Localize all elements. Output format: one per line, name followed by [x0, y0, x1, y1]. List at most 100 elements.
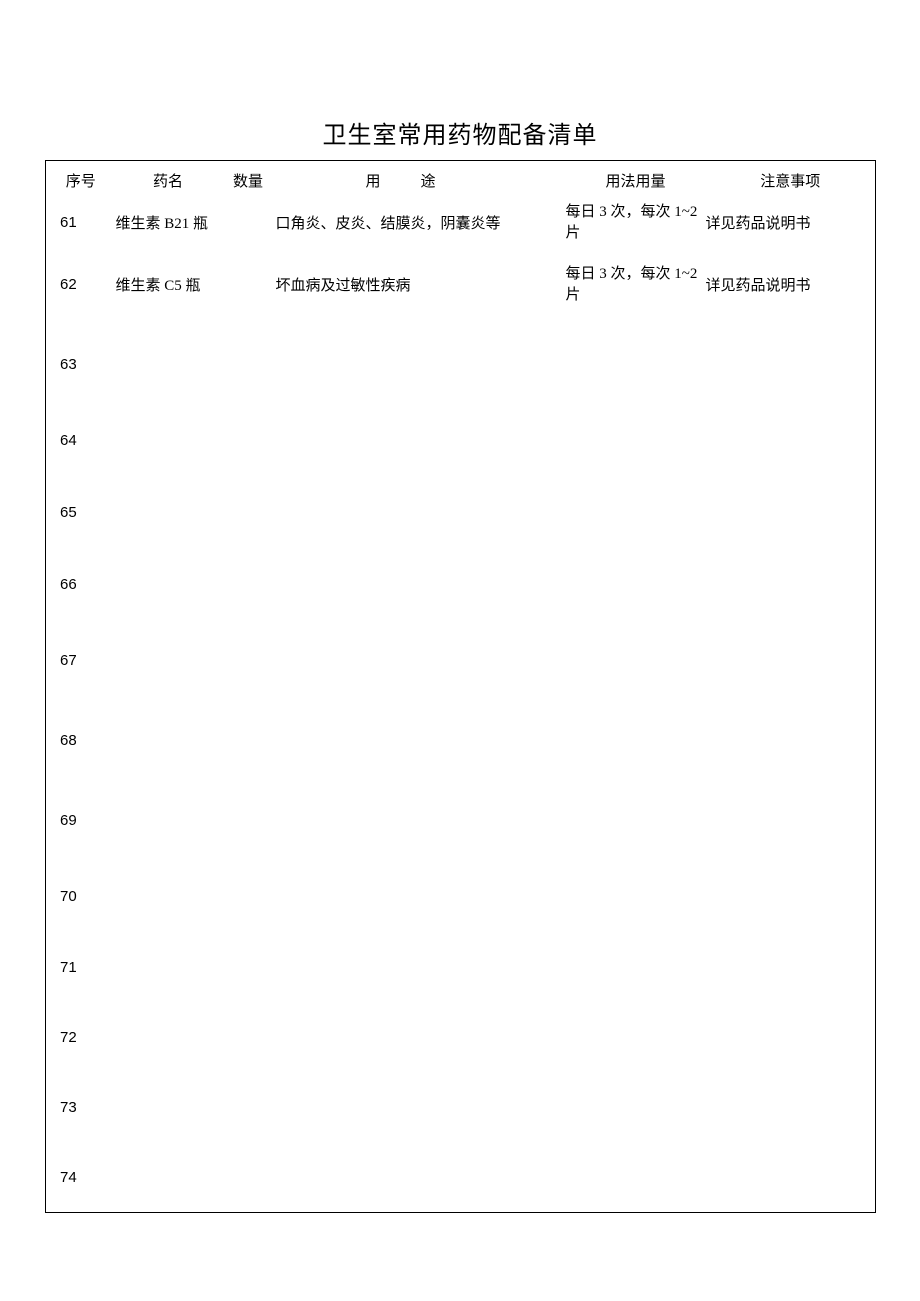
document-page: 卫生室常用药物配备清单 序号 药名 数量 用途 用法用量 注意事项 61 维生素… — [0, 0, 920, 1213]
cell-seq: 69 — [46, 781, 116, 861]
cell-use — [276, 325, 566, 405]
cell-name — [116, 701, 221, 781]
cell-use — [276, 1143, 566, 1213]
cell-seq: 71 — [46, 933, 116, 1003]
table-row: 63 — [46, 325, 876, 405]
cell-seq: 73 — [46, 1073, 116, 1143]
cell-note — [706, 781, 876, 861]
cell-dose — [566, 549, 706, 621]
cell-seq: 68 — [46, 701, 116, 781]
cell-dose — [566, 781, 706, 861]
table-row: 69 — [46, 781, 876, 861]
cell-use — [276, 621, 566, 701]
cell-use — [276, 701, 566, 781]
cell-qty — [221, 621, 276, 701]
table-row: 65 — [46, 477, 876, 549]
cell-dose: 每日 3 次，每次 1~2 片 — [566, 245, 706, 325]
cell-name: 维生素 C5 瓶 — [116, 245, 221, 325]
table-row: 74 — [46, 1143, 876, 1213]
cell-use — [276, 781, 566, 861]
cell-seq: 64 — [46, 405, 116, 477]
cell-use — [276, 477, 566, 549]
cell-note: 详见药品说明书 — [706, 245, 876, 325]
table-row: 70 — [46, 861, 876, 933]
header-qty: 数量 — [221, 161, 276, 201]
table-row: 64 — [46, 405, 876, 477]
cell-note — [706, 549, 876, 621]
cell-dose — [566, 477, 706, 549]
cell-qty — [221, 933, 276, 1003]
cell-dose — [566, 933, 706, 1003]
cell-use: 口角炎、皮炎、结膜炎，阴囊炎等 — [276, 201, 566, 245]
table-row: 72 — [46, 1003, 876, 1073]
cell-note — [706, 621, 876, 701]
cell-seq: 62 — [46, 245, 116, 325]
cell-name — [116, 1003, 221, 1073]
cell-dose — [566, 621, 706, 701]
header-name: 药名 — [116, 161, 221, 201]
cell-qty — [221, 405, 276, 477]
cell-use — [276, 549, 566, 621]
header-note: 注意事项 — [706, 161, 876, 201]
page-title: 卫生室常用药物配备清单 — [45, 115, 875, 150]
cell-use — [276, 1073, 566, 1143]
cell-name — [116, 1143, 221, 1213]
table-row: 66 — [46, 549, 876, 621]
cell-qty — [221, 477, 276, 549]
cell-use — [276, 933, 566, 1003]
cell-dose — [566, 1003, 706, 1073]
table-row: 67 — [46, 621, 876, 701]
cell-use — [276, 405, 566, 477]
table-row: 61 维生素 B21 瓶 口角炎、皮炎、结膜炎，阴囊炎等 每日 3 次，每次 1… — [46, 201, 876, 245]
table-row: 62 维生素 C5 瓶 坏血病及过敏性疾病 每日 3 次，每次 1~2 片 详见… — [46, 245, 876, 325]
cell-name — [116, 325, 221, 405]
cell-note — [706, 1073, 876, 1143]
cell-name — [116, 781, 221, 861]
cell-note — [706, 701, 876, 781]
table-row: 71 — [46, 933, 876, 1003]
cell-dose — [566, 861, 706, 933]
header-use: 用途 — [276, 161, 566, 201]
cell-qty — [221, 325, 276, 405]
cell-use — [276, 1003, 566, 1073]
cell-seq: 65 — [46, 477, 116, 549]
cell-use — [276, 861, 566, 933]
cell-qty — [221, 861, 276, 933]
cell-qty — [221, 1143, 276, 1213]
cell-note — [706, 1143, 876, 1213]
table-row: 73 — [46, 1073, 876, 1143]
medicine-table: 序号 药名 数量 用途 用法用量 注意事项 61 维生素 B21 瓶 口角炎、皮… — [45, 160, 876, 1213]
cell-name — [116, 621, 221, 701]
cell-qty — [221, 1073, 276, 1143]
table-row: 68 — [46, 701, 876, 781]
cell-qty — [221, 245, 276, 325]
cell-dose — [566, 1143, 706, 1213]
cell-name — [116, 1073, 221, 1143]
cell-dose: 每日 3 次，每次 1~2 片 — [566, 201, 706, 245]
cell-note: 详见药品说明书 — [706, 201, 876, 245]
cell-seq: 61 — [46, 201, 116, 245]
header-seq: 序号 — [46, 161, 116, 201]
cell-name — [116, 405, 221, 477]
cell-note — [706, 933, 876, 1003]
cell-note — [706, 405, 876, 477]
cell-dose — [566, 405, 706, 477]
table-header-row: 序号 药名 数量 用途 用法用量 注意事项 — [46, 161, 876, 201]
cell-name: 维生素 B21 瓶 — [116, 201, 221, 245]
cell-seq: 67 — [46, 621, 116, 701]
cell-qty — [221, 701, 276, 781]
cell-seq: 74 — [46, 1143, 116, 1213]
cell-dose — [566, 1073, 706, 1143]
cell-name — [116, 477, 221, 549]
cell-seq: 63 — [46, 325, 116, 405]
cell-use: 坏血病及过敏性疾病 — [276, 245, 566, 325]
cell-note — [706, 477, 876, 549]
cell-name — [116, 549, 221, 621]
cell-qty — [221, 1003, 276, 1073]
cell-seq: 72 — [46, 1003, 116, 1073]
cell-dose — [566, 325, 706, 405]
cell-name — [116, 933, 221, 1003]
header-dose: 用法用量 — [566, 161, 706, 201]
cell-seq: 66 — [46, 549, 116, 621]
cell-qty — [221, 781, 276, 861]
